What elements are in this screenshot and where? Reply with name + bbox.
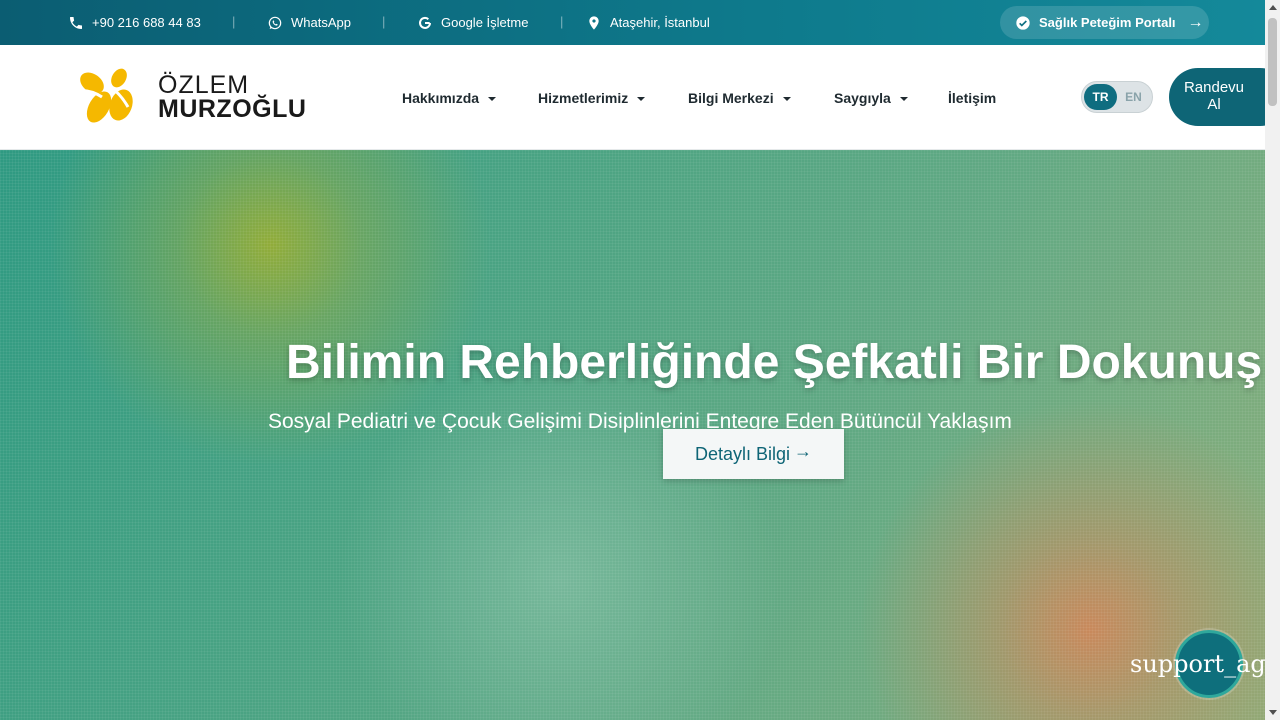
caret-down-icon — [782, 96, 791, 101]
logo-name-last: MURZOĞLU — [158, 95, 307, 123]
google-icon — [419, 16, 431, 29]
bee-wings-logo-icon — [75, 68, 133, 123]
location-pin-icon — [589, 15, 599, 30]
appointment-label-line2: Al — [1207, 96, 1221, 113]
nav-label: Bilgi Merkezi — [688, 89, 774, 106]
google-business-link[interactable]: Google İşletme — [417, 0, 528, 45]
caret-down-icon — [488, 96, 497, 101]
phone-link[interactable]: +90 216 688 44 83 — [68, 0, 201, 45]
hero-subtitle: Sosyal Pediatri ve Çocuk Gelişimi Disipl… — [268, 410, 1012, 433]
nav-item-respectfully[interactable]: Saygıyla — [834, 45, 908, 150]
location-link[interactable]: Ataşehir, İstanbul — [586, 0, 710, 45]
separator: | — [382, 14, 386, 29]
scroll-down-icon[interactable] — [1269, 710, 1277, 715]
whatsapp-icon — [268, 16, 282, 29]
whatsapp-label: WhatsApp — [291, 15, 351, 30]
hero-section: Bilimin Rehberliğinde Şefkatli Bir Dokun… — [0, 150, 1265, 720]
caret-down-icon — [899, 96, 908, 101]
language-switch: TR EN — [1081, 81, 1153, 113]
caret-down-icon — [637, 96, 646, 101]
nav-label: Hakkımızda — [402, 89, 480, 106]
scroll-up-icon[interactable] — [1269, 5, 1277, 10]
lang-tr-button[interactable]: TR — [1084, 84, 1117, 110]
separator: | — [232, 14, 236, 29]
details-label: Detaylı Bilgi — [694, 443, 791, 464]
nav-item-services[interactable]: Hizmetlerimiz — [538, 45, 646, 150]
top-contact-bar: +90 216 688 44 83 | WhatsApp | Google İş… — [0, 0, 1265, 45]
main-header: ÖZLEM MURZOĞLU Hakkımızda Hizmetlerimiz … — [0, 45, 1280, 150]
nav-item-contact[interactable]: İletişim — [948, 45, 996, 150]
health-portal-button[interactable]: Sağlık Peteğim Portalı → — [1000, 6, 1209, 39]
nav-label: Hizmetlerimiz — [538, 89, 629, 106]
check-circle-icon — [1016, 15, 1030, 30]
arrow-right-icon: → — [794, 440, 813, 461]
details-button[interactable]: Detaylı Bilgi → — [663, 429, 844, 479]
nav-label: Saygıyla — [834, 89, 891, 106]
appointment-label-line1: Randevu — [1183, 79, 1245, 96]
hero-title: Bilimin Rehberliğinde Şefkatli Bir Dokun… — [286, 336, 1263, 389]
support-agent-icon: support_agent — [1130, 650, 1265, 678]
separator: | — [560, 14, 564, 29]
phone-number: +90 216 688 44 83 — [92, 15, 201, 30]
google-label: Google İşletme — [441, 15, 529, 30]
whatsapp-link[interactable]: WhatsApp — [267, 0, 351, 45]
phone-icon — [70, 16, 82, 29]
site-logo[interactable]: ÖZLEM MURZOĞLU — [70, 67, 310, 127]
appointment-button[interactable]: Randevu Al — [1169, 68, 1280, 126]
lang-en-button[interactable]: EN — [1117, 84, 1150, 110]
location-label: Ataşehir, İstanbul — [610, 15, 710, 30]
arrow-right-icon: → — [1187, 13, 1204, 31]
page-scrollbar[interactable] — [1265, 0, 1280, 720]
nav-item-about[interactable]: Hakkımızda — [402, 45, 497, 150]
nav-item-knowledge-center[interactable]: Bilgi Merkezi — [688, 45, 791, 150]
portal-label: Sağlık Peteğim Portalı — [1039, 15, 1176, 30]
scroll-thumb[interactable] — [1268, 18, 1277, 106]
nav-label: İletişim — [948, 89, 997, 106]
